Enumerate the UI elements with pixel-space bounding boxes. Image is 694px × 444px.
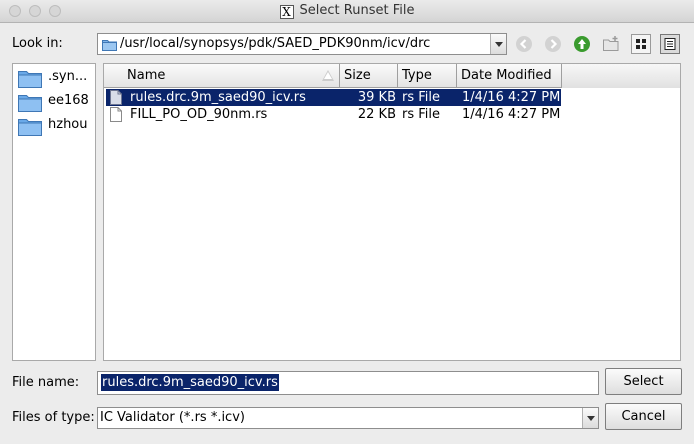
place-item-hzhou[interactable]: hzhou bbox=[17, 115, 95, 137]
cancel-button[interactable]: Cancel bbox=[605, 403, 682, 430]
files-of-type-label: Files of type: bbox=[12, 410, 95, 425]
file-icon bbox=[110, 107, 122, 126]
look-in-combo[interactable]: /usr/local/synopsys/pdk/SAED_PDK90nm/icv… bbox=[97, 33, 507, 55]
place-label: .syn... bbox=[48, 69, 88, 84]
column-header-date-modified[interactable]: Date Modified bbox=[457, 64, 562, 88]
forward-icon[interactable] bbox=[544, 35, 562, 53]
folder-icon bbox=[18, 69, 42, 92]
file-list-table: Name Size Type Date Modified rules.drc.9… bbox=[103, 63, 681, 361]
look-in-dropdown-arrow[interactable] bbox=[490, 34, 506, 54]
list-view-icon[interactable] bbox=[631, 34, 651, 54]
file-name-cell: rules.drc.9m_saed90_icv.rs bbox=[130, 90, 306, 105]
files-of-type-combo[interactable]: IC Validator (*.rs *.icv) bbox=[97, 407, 599, 429]
place-item-ee168[interactable]: ee168 bbox=[17, 91, 95, 113]
file-name-cell: FILL_PO_OD_90nm.rs bbox=[130, 107, 268, 122]
place-label: ee168 bbox=[48, 93, 89, 108]
file-date-cell: 1/4/16 4:27 PM bbox=[462, 107, 561, 122]
file-type-cell: rs File bbox=[402, 107, 441, 122]
back-icon[interactable] bbox=[515, 35, 533, 53]
folder-icon bbox=[18, 117, 42, 140]
column-header-label: Name bbox=[127, 68, 166, 83]
column-header-size[interactable]: Size bbox=[340, 64, 398, 88]
select-button[interactable]: Select bbox=[605, 368, 682, 395]
folder-icon bbox=[102, 38, 117, 55]
file-name-field[interactable]: rules.drc.9m_saed90_icv.rs bbox=[97, 371, 599, 395]
file-type-cell: rs File bbox=[402, 90, 441, 105]
places-sidebar: .syn... ee168 hzhou bbox=[12, 63, 96, 361]
select-runset-file-dialog: X Select Runset File Look in: /usr/local/… bbox=[0, 0, 694, 444]
x11-icon: X bbox=[279, 5, 294, 19]
parent-directory-icon[interactable] bbox=[573, 35, 591, 53]
look-in-label: Look in: bbox=[12, 36, 63, 51]
table-header: Name Size Type Date Modified bbox=[104, 64, 680, 88]
files-of-type-dropdown-arrow[interactable] bbox=[582, 408, 598, 428]
column-header-name[interactable]: Name bbox=[104, 64, 340, 88]
new-folder-icon[interactable] bbox=[602, 35, 620, 53]
file-size-cell: 22 KB bbox=[357, 107, 396, 122]
place-item-synopsys[interactable]: .syn... bbox=[17, 67, 95, 89]
folder-icon bbox=[18, 93, 42, 116]
file-date-cell: 1/4/16 4:27 PM bbox=[462, 90, 561, 105]
table-row[interactable]: rules.drc.9m_saed90_icv.rs 39 KB rs File… bbox=[106, 89, 561, 106]
sort-ascending-icon bbox=[322, 70, 334, 81]
table-row[interactable]: FILL_PO_OD_90nm.rs 22 KB rs File 1/4/16 … bbox=[106, 106, 561, 123]
file-name-value: rules.drc.9m_saed90_icv.rs bbox=[101, 374, 279, 391]
column-header-type[interactable]: Type bbox=[398, 64, 457, 88]
title-bar[interactable]: X Select Runset File bbox=[0, 0, 694, 23]
files-of-type-value: IC Validator (*.rs *.icv) bbox=[100, 410, 245, 425]
place-label: hzhou bbox=[48, 117, 88, 132]
window-title: Select Runset File bbox=[299, 3, 415, 18]
file-name-label: File name: bbox=[12, 375, 80, 390]
file-size-cell: 39 KB bbox=[357, 90, 396, 105]
detail-view-icon[interactable] bbox=[660, 34, 680, 54]
look-in-path: /usr/local/synopsys/pdk/SAED_PDK90nm/icv… bbox=[120, 36, 431, 51]
